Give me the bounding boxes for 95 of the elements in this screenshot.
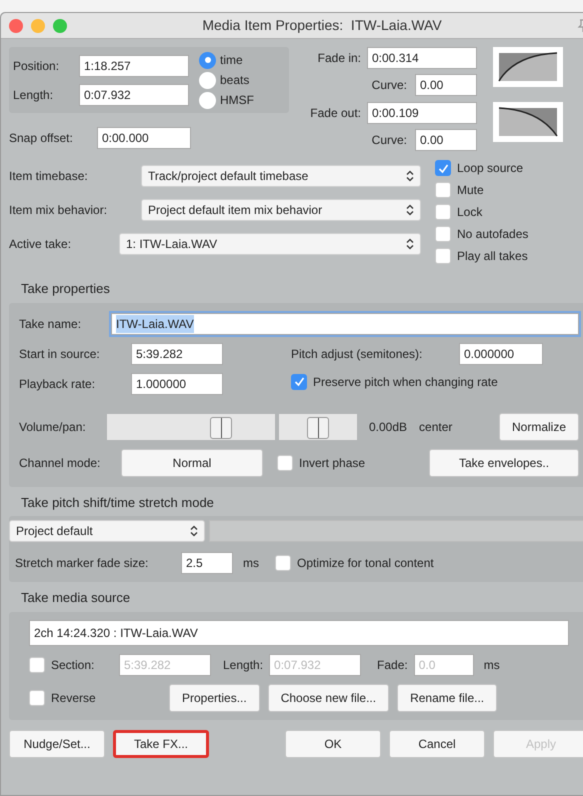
button[interactable]: Rename file... bbox=[397, 684, 498, 712]
checkbox-label: Loop source bbox=[457, 160, 524, 177]
field-label: Curve: bbox=[372, 132, 408, 149]
take-name-field[interactable]: ITW-Laia.WAV bbox=[111, 312, 579, 334]
slider-thumb[interactable] bbox=[210, 416, 232, 438]
group-title: Take pitch shift/time stretch mode bbox=[21, 494, 215, 512]
checkbox-label: Invert phase bbox=[299, 454, 366, 472]
field-label: Channel mode: bbox=[19, 454, 102, 472]
radio-button[interactable] bbox=[199, 72, 216, 88]
window-title: Media Item Properties: ITW-Laia.WAV bbox=[201, 16, 443, 35]
field-label: Start in source: bbox=[19, 346, 101, 362]
text-field[interactable]: 0.00 bbox=[415, 74, 477, 96]
dropdown[interactable]: Project default item mix behavior bbox=[141, 199, 421, 221]
button[interactable]: OK bbox=[285, 730, 381, 758]
group-title: Take media source bbox=[21, 589, 132, 607]
dropdown[interactable]: 1: ITW-Laia.WAV bbox=[119, 233, 421, 255]
checkbox-label: Mute bbox=[457, 182, 484, 199]
close-icon[interactable] bbox=[9, 18, 23, 32]
field-label: Item timebase: bbox=[9, 168, 89, 185]
checkbox-label: Section: bbox=[51, 656, 94, 674]
checkbox[interactable] bbox=[435, 182, 451, 198]
text-field[interactable]: 0:07.932 bbox=[79, 84, 189, 106]
radio-label: HMSF bbox=[220, 92, 254, 109]
field-label: Snap offset: bbox=[9, 130, 74, 147]
button[interactable]: Nudge/Set... bbox=[9, 730, 105, 758]
checkbox[interactable] bbox=[291, 374, 307, 390]
check-icon bbox=[294, 376, 304, 387]
field-label: Position: bbox=[13, 58, 60, 74]
pan-reading: center bbox=[419, 418, 452, 436]
checkbox[interactable] bbox=[435, 204, 451, 220]
checkbox[interactable] bbox=[275, 555, 291, 571]
button[interactable]: Take envelopes.. bbox=[429, 448, 579, 476]
fade-curve-preview bbox=[493, 47, 563, 87]
field-label: Fade out: bbox=[309, 105, 362, 122]
check-icon bbox=[438, 162, 448, 174]
group-title: Take properties bbox=[21, 280, 111, 298]
button[interactable]: Choose new file... bbox=[268, 684, 390, 712]
checkbox-label: No autofades bbox=[457, 226, 528, 243]
button[interactable]: Cancel bbox=[389, 730, 485, 758]
unit-label: ms bbox=[243, 555, 259, 572]
radio-button[interactable] bbox=[199, 52, 216, 68]
chevron-updown-icon bbox=[406, 170, 414, 182]
source-field[interactable]: 2ch 14:24.320 : ITW-Laia.WAV bbox=[29, 620, 569, 646]
checkbox[interactable] bbox=[277, 454, 293, 470]
checkbox[interactable] bbox=[435, 248, 451, 264]
text-field[interactable]: 1:18.257 bbox=[79, 54, 189, 76]
dropdown[interactable]: Project default bbox=[9, 520, 205, 542]
volume-reading: 0.00dB bbox=[369, 418, 408, 436]
field-label: Curve: bbox=[372, 77, 408, 94]
checkbox-label: Reverse bbox=[51, 690, 96, 706]
text-field[interactable]: 0.00 bbox=[415, 129, 477, 151]
slider-thumb[interactable] bbox=[307, 416, 329, 438]
button[interactable]: Take FX... bbox=[113, 730, 209, 758]
field-label: Fade in: bbox=[316, 50, 362, 67]
checkbox-label: Optimize for tonal content bbox=[297, 555, 434, 572]
field-label: Pitch adjust (semitones): bbox=[291, 346, 424, 362]
chevron-updown-icon bbox=[190, 525, 198, 537]
unit-label: ms bbox=[484, 656, 500, 674]
radio-button[interactable] bbox=[199, 92, 216, 108]
button[interactable]: Normalize bbox=[498, 412, 579, 440]
slider-track[interactable] bbox=[107, 414, 275, 440]
radio-label: time bbox=[220, 52, 243, 69]
checkbox-label: Lock bbox=[457, 204, 482, 221]
field-label: Length: bbox=[223, 656, 264, 674]
dropdown[interactable]: Normal bbox=[121, 448, 263, 476]
checkbox-label: Preserve pitch when changing rate bbox=[313, 374, 498, 390]
checkbox[interactable] bbox=[29, 656, 45, 672]
field-label: Fade: bbox=[377, 656, 408, 674]
checkbox[interactable] bbox=[435, 226, 451, 242]
text-field[interactable]: 0:00.314 bbox=[367, 47, 477, 69]
fade-curve-preview bbox=[493, 102, 563, 142]
text-field[interactable]: 0.000000 bbox=[459, 342, 543, 364]
field-label: Take name: bbox=[19, 316, 82, 332]
field-label: Stretch marker fade size: bbox=[15, 555, 150, 572]
checkbox-label: Play all takes bbox=[457, 248, 528, 265]
text-field[interactable]: 0:00.000 bbox=[97, 127, 191, 149]
slider-track[interactable] bbox=[279, 414, 357, 440]
text-field[interactable]: 5:39.282 bbox=[131, 342, 223, 364]
text-field[interactable]: 1.000000 bbox=[131, 372, 223, 394]
field-label: Playback rate: bbox=[19, 376, 96, 392]
field-label: Volume/pan: bbox=[19, 418, 87, 436]
chevron-updown-icon bbox=[406, 204, 414, 216]
radio-label: beats bbox=[220, 72, 250, 89]
minimize-icon[interactable] bbox=[31, 18, 45, 32]
text-field[interactable]: 2.5 bbox=[181, 552, 233, 574]
field-label: Length: bbox=[13, 86, 54, 104]
checkbox[interactable] bbox=[435, 160, 451, 176]
text-field[interactable]: 0:00.109 bbox=[367, 102, 477, 124]
dropdown[interactable]: Track/project default timebase bbox=[141, 165, 421, 187]
chevron-updown-icon bbox=[406, 238, 414, 250]
zoom-icon[interactable] bbox=[53, 18, 67, 32]
button[interactable]: Properties... bbox=[169, 684, 260, 712]
checkbox[interactable] bbox=[29, 690, 45, 706]
field-label: Active take: bbox=[9, 236, 72, 253]
field-label: Item mix behavior: bbox=[9, 202, 108, 219]
